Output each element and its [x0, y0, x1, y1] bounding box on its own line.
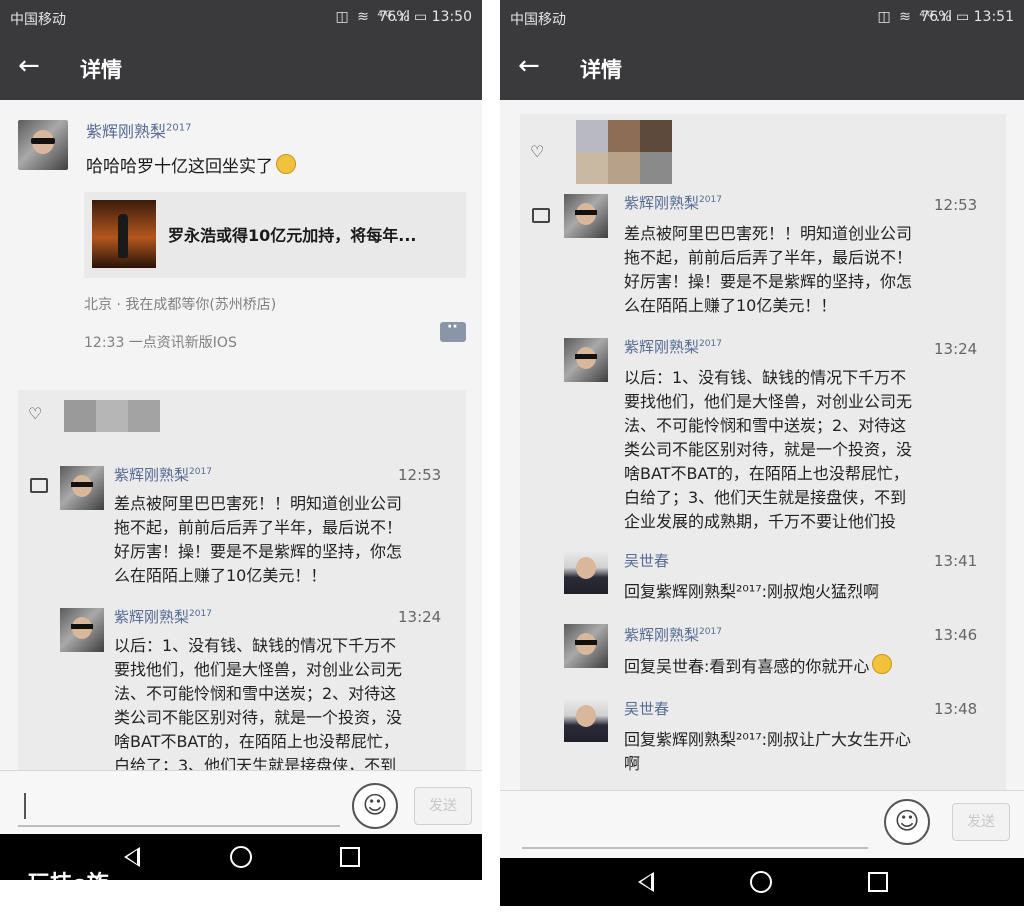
comment-avatar[interactable] [564, 550, 608, 594]
emoji-icon[interactable]: ☺ [352, 783, 398, 829]
comment-time: 12:53 [398, 466, 442, 484]
text-cursor [24, 793, 26, 819]
send-button[interactable]: 发送 [414, 787, 472, 825]
android-nav-bar: 玩技e族 [0, 834, 482, 880]
right-phone-screen: 中国移动 ◫ ≋ ⁴ᴳ.ıl 76% ▭ 13:51 ← 详情 ♡ 紫辉刚熟梨2… [500, 0, 1024, 906]
comment-input[interactable] [18, 783, 340, 827]
watermark: 玩技e族 [28, 866, 109, 880]
status-time: 76% ▭ 13:50 [378, 9, 472, 25]
comment-time: 13:41 [934, 552, 978, 570]
send-button[interactable]: 发送 [952, 803, 1010, 841]
page-title: 详情 [580, 58, 622, 82]
comment-icon [30, 478, 48, 493]
comment-author[interactable]: 紫辉刚熟梨2017 [624, 192, 722, 213]
comment-avatar[interactable] [564, 698, 608, 742]
title-bar: ← 详情 [0, 34, 482, 100]
shared-article-card[interactable]: 罗永浩或得10亿元加持，将每年... [84, 192, 466, 278]
post-text: 哈哈哈罗十亿这回坐实了 [86, 152, 296, 177]
comment-author[interactable]: 吴世春 [624, 698, 669, 719]
comment-input[interactable] [522, 803, 868, 849]
clock: 13:50 [431, 9, 472, 25]
comment-author[interactable]: 紫辉刚熟梨2017 [114, 606, 212, 627]
nav-back-icon[interactable] [124, 847, 140, 867]
post-location[interactable]: 北京 · 我在成都等你(苏州桥店) [84, 294, 276, 314]
nav-recent-apps-icon[interactable] [340, 847, 360, 867]
comment-author[interactable]: 紫辉刚熟梨2017 [624, 336, 722, 357]
author-name[interactable]: 紫辉刚熟梨2017 [86, 118, 191, 142]
comment-time: 13:24 [934, 340, 978, 358]
page-title: 详情 [80, 58, 122, 82]
author-avatar[interactable] [18, 120, 68, 170]
comment-avatar[interactable] [564, 624, 608, 668]
back-arrow-icon[interactable]: ← [518, 52, 540, 80]
comment-action-icon[interactable] [440, 319, 466, 342]
nav-home-icon[interactable] [750, 871, 772, 893]
like-avatars-blurred [64, 400, 160, 432]
comment-text[interactable]: 回复紫辉刚熟梨²⁰¹⁷:刚叔炮火猛烈啊 [624, 580, 879, 604]
comment-icon [532, 208, 550, 223]
article-thumbnail [92, 200, 156, 268]
comment-avatar[interactable] [564, 338, 608, 382]
comment-input-bar: ☺ 发送 [0, 770, 482, 835]
comment-text[interactable]: 差点被阿里巴巴害死！！明知道创业公司 拖不起，前前后后弄了半年，最后说不！ 好厉… [114, 492, 402, 588]
likes-comments-panel: ♡ 紫辉刚熟梨2017 12:53 差点被阿里巴巴害死！！明知道创业公司 拖不起… [18, 390, 466, 780]
nav-recent-apps-icon[interactable] [868, 872, 888, 892]
status-bar: 中国移动 ◫ ≋ ⁴ᴳ.ıl 76% ▭ 13:50 [0, 0, 482, 34]
back-arrow-icon[interactable]: ← [18, 52, 40, 80]
left-phone-screen: 中国移动 ◫ ≋ ⁴ᴳ.ıl 76% ▭ 13:50 ← 详情 紫辉刚熟梨201… [0, 0, 482, 880]
status-bar: 中国移动 ◫ ≋ ⁴ᴳ.ıl 76% ▭ 13:51 [500, 0, 1024, 34]
post-time-source: 12:33 一点资讯新版IOS [84, 335, 237, 351]
battery-level: 76% [378, 9, 410, 25]
comment-author[interactable]: 紫辉刚熟梨2017 [624, 624, 722, 645]
status-time: 76% ▭ 13:51 [920, 9, 1014, 25]
carrier-label: 中国移动 [10, 12, 66, 28]
comment-text[interactable]: 以后：1、没有钱、缺钱的情况下千万不 要找他们，他们是大怪兽，对创业公司无 法、… [624, 366, 912, 534]
comment-text[interactable]: 回复吴世春:看到有喜感的你就开心 [624, 654, 893, 679]
comment-input-bar: ☺ 发送 [500, 790, 1024, 859]
nav-back-icon[interactable] [638, 872, 654, 892]
laugh-emoji-icon [276, 154, 296, 174]
heart-icon: ♡ [28, 404, 43, 423]
comment-avatar[interactable] [60, 608, 104, 652]
clock: 13:51 [973, 9, 1014, 25]
carrier-label: 中国移动 [510, 12, 566, 28]
comment-time: 12:53 [934, 196, 978, 214]
comment-author[interactable]: 吴世春 [624, 550, 669, 571]
likes-comments-panel: ♡ 紫辉刚熟梨2017 12:53 差点被阿里巴巴害死！！明知道创业公司 拖不起… [520, 114, 1006, 790]
like-avatars-blurred [576, 120, 672, 184]
comment-time: 13:46 [934, 626, 978, 644]
comment-text[interactable]: 差点被阿里巴巴害死！！明知道创业公司 拖不起，前前后后弄了半年，最后说不！ 好厉… [624, 222, 912, 318]
battery-level: 76% [920, 9, 952, 25]
comment-time: 13:48 [934, 700, 978, 718]
grin-emoji-icon [872, 654, 893, 674]
emoji-icon[interactable]: ☺ [884, 799, 930, 845]
comment-avatar[interactable] [60, 466, 104, 510]
heart-icon: ♡ [530, 142, 545, 161]
article-title: 罗永浩或得10亿元加持，将每年... [168, 226, 417, 245]
comment-author[interactable]: 紫辉刚熟梨2017 [114, 464, 212, 485]
title-bar: ← 详情 [500, 34, 1024, 100]
comment-avatar[interactable] [564, 194, 608, 238]
android-nav-bar [500, 858, 1024, 906]
nav-home-icon[interactable] [230, 846, 252, 868]
comment-time: 13:24 [398, 608, 442, 626]
comment-text[interactable]: 以后：1、没有钱、缺钱的情况下千万不 要找他们，他们是大怪兽，对创业公司无 法、… [114, 634, 402, 778]
comment-text[interactable]: 回复紫辉刚熟梨²⁰¹⁷:刚叔让广大女生开心 啊 [624, 728, 911, 776]
